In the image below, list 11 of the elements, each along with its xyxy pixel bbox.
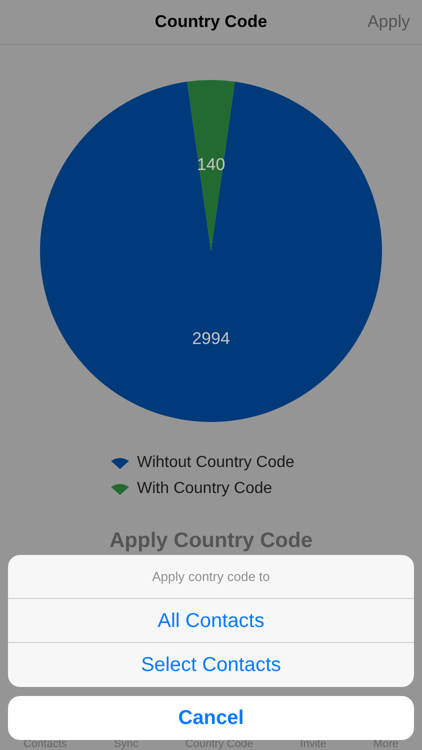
- legend-label: With Country Code: [137, 479, 272, 499]
- sheet-option[interactable]: All Contacts: [8, 599, 414, 643]
- sheet-title: Apply contry code to: [152, 568, 270, 586]
- apply-button[interactable]: Apply: [350, 9, 410, 35]
- slice-label: 2994: [192, 329, 230, 348]
- legend-label: Wihtout Country Code: [137, 453, 294, 473]
- slice-label: 140: [196, 155, 226, 174]
- nav-title: Country Code: [154, 11, 268, 34]
- sheet-option[interactable]: Select Contacts: [8, 643, 414, 687]
- cancel-button[interactable]: Cancel: [8, 696, 414, 740]
- section-title: Apply Country Code: [110, 528, 312, 554]
